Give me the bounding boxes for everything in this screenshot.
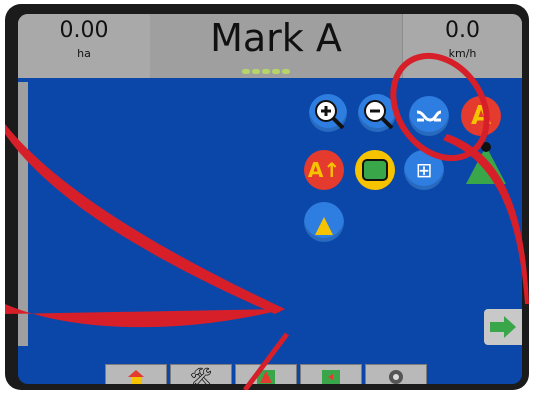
callout-swoosh-bottom xyxy=(5,304,285,328)
highlight-circle xyxy=(390,52,490,162)
callout-line xyxy=(243,332,289,390)
display-frame: 0.00 ha Mark A 0.0 km/h A A↑ ⊞ 🛠 xyxy=(5,4,529,390)
callout-swoosh-left xyxy=(5,124,285,314)
annotation-overlay xyxy=(5,52,529,390)
